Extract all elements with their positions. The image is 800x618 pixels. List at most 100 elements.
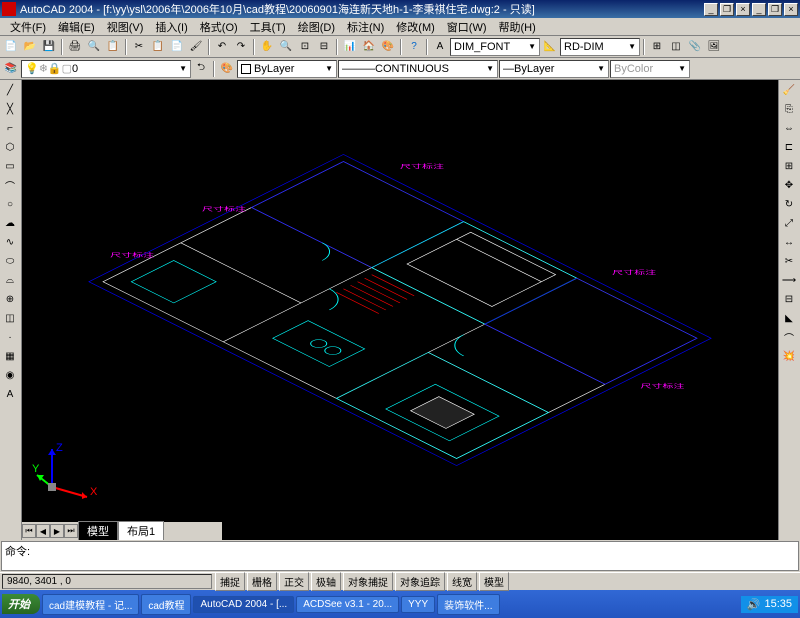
lwt-toggle[interactable]: 线宽 — [447, 572, 477, 591]
copy-obj-icon[interactable]: ⎘ — [780, 100, 798, 118]
circle-icon[interactable]: ○ — [1, 195, 19, 213]
break-icon[interactable]: ⊟ — [780, 290, 798, 308]
xref-icon[interactable]: 📎 — [686, 38, 704, 56]
ellipse-icon[interactable]: ⬭ — [1, 252, 19, 270]
tab-prev-icon[interactable]: ◀ — [36, 524, 50, 538]
layer-prev-icon[interactable]: ⮌ — [192, 60, 210, 78]
stretch-icon[interactable]: ↔ — [780, 233, 798, 251]
menu-window[interactable]: 窗口(W) — [441, 18, 493, 36]
polar-toggle[interactable]: 极轴 — [311, 572, 341, 591]
redo-icon[interactable]: ↷ — [232, 38, 250, 56]
publish-icon[interactable]: 📋 — [104, 38, 122, 56]
new-icon[interactable]: 📄 — [2, 38, 20, 56]
menu-format[interactable]: 格式(O) — [194, 18, 244, 36]
print-icon[interactable]: 🖨 — [66, 38, 84, 56]
tab-layout1[interactable]: 布局1 — [118, 521, 164, 540]
paste-icon[interactable]: 📄 — [168, 38, 186, 56]
model-toggle[interactable]: 模型 — [479, 572, 509, 591]
image-icon[interactable]: 🖼 — [705, 38, 723, 56]
make-block-icon[interactable]: ◫ — [1, 309, 19, 327]
taskbar-item[interactable]: YYY — [401, 596, 435, 613]
tab-model[interactable]: 模型 — [78, 521, 118, 540]
text-style-dropdown[interactable]: DIM_FONT ▼ — [450, 38, 540, 56]
ellipse-arc-icon[interactable]: ⌓ — [1, 271, 19, 289]
dim-style-dropdown[interactable]: RD-DIM ▼ — [560, 38, 640, 56]
layer-dropdown[interactable]: 💡❄🔒▢ 0 ▼ — [21, 60, 191, 78]
trim-icon[interactable]: ✂ — [780, 252, 798, 270]
osnap-toggle[interactable]: 对象捕捉 — [343, 572, 393, 591]
save-icon[interactable]: 💾 — [40, 38, 58, 56]
revcloud-icon[interactable]: ☁ — [1, 214, 19, 232]
help-icon[interactable]: ? — [405, 38, 423, 56]
ortho-toggle[interactable]: 正交 — [279, 572, 309, 591]
xline-icon[interactable]: ╳ — [1, 100, 19, 118]
grid-toggle[interactable]: 栅格 — [247, 572, 277, 591]
pline-icon[interactable]: ⌐ — [1, 119, 19, 137]
preview-icon[interactable]: 🔍 — [85, 38, 103, 56]
erase-icon[interactable]: 🧹 — [780, 81, 798, 99]
menu-edit[interactable]: 编辑(E) — [52, 18, 101, 36]
start-button[interactable]: 开始 — [2, 594, 40, 614]
color-dropdown[interactable]: ByLayer ▼ — [237, 60, 337, 78]
layer-manager-icon[interactable]: 📚 — [2, 60, 20, 78]
table-icon[interactable]: ⊞ — [648, 38, 666, 56]
doc-restore-button[interactable]: ❐ — [768, 3, 782, 16]
otrack-toggle[interactable]: 对象追踪 — [395, 572, 445, 591]
undo-icon[interactable]: ↶ — [213, 38, 231, 56]
menu-file[interactable]: 文件(F) — [4, 18, 52, 36]
open-icon[interactable]: 📂 — [21, 38, 39, 56]
fillet-icon[interactable]: ⌒ — [780, 328, 798, 346]
tab-last-icon[interactable]: ⏭ — [64, 524, 78, 538]
rotate-icon[interactable]: ↻ — [780, 195, 798, 213]
move-icon[interactable]: ✥ — [780, 176, 798, 194]
tab-first-icon[interactable]: ⏮ — [22, 524, 36, 538]
region-icon[interactable]: ◉ — [1, 366, 19, 384]
drawing-canvas[interactable]: 尺寸标注 尺寸标注 尺寸标注 尺寸标注 尺寸标注 X Y Z — [22, 80, 778, 540]
taskbar-item[interactable]: AutoCAD 2004 - [... — [193, 596, 294, 613]
array-icon[interactable]: ⊞ — [780, 157, 798, 175]
insert-block-icon[interactable]: ⊕ — [1, 290, 19, 308]
explode-icon[interactable]: 💥 — [780, 347, 798, 365]
plotstyle-dropdown[interactable]: ByColor ▼ — [610, 60, 690, 78]
taskbar-item[interactable]: 装饰软件... — [437, 594, 499, 615]
menu-modify[interactable]: 修改(M) — [390, 18, 441, 36]
mirror-icon[interactable]: ⇔ — [780, 119, 798, 137]
system-tray[interactable]: 🔊 15:35 — [741, 596, 798, 613]
minimize-button[interactable]: _ — [704, 3, 718, 16]
zoom-rt-icon[interactable]: 🔍 — [277, 38, 295, 56]
extend-icon[interactable]: ⟶ — [780, 271, 798, 289]
zoom-prev-icon[interactable]: ⊟ — [315, 38, 333, 56]
menu-tools[interactable]: 工具(T) — [244, 18, 292, 36]
copy-icon[interactable]: 📋 — [149, 38, 167, 56]
rectangle-icon[interactable]: ▭ — [1, 157, 19, 175]
taskbar-item[interactable]: cad建模教程 - 记... — [42, 594, 139, 615]
snap-toggle[interactable]: 捕捉 — [215, 572, 245, 591]
command-line[interactable]: 命令: — [1, 541, 799, 571]
taskbar-item[interactable]: ACDSee v3.1 - 20... — [296, 596, 399, 613]
point-icon[interactable]: · — [1, 328, 19, 346]
lineweight-dropdown[interactable]: — ByLayer ▼ — [499, 60, 609, 78]
close-button[interactable]: × — [736, 3, 750, 16]
polygon-icon[interactable]: ⬡ — [1, 138, 19, 156]
linetype-dropdown[interactable]: ——— CONTINUOUS ▼ — [338, 60, 498, 78]
restore-button[interactable]: ❐ — [720, 3, 734, 16]
chamfer-icon[interactable]: ◣ — [780, 309, 798, 327]
text-style-icon[interactable]: A — [431, 38, 449, 56]
text-icon[interactable]: A — [1, 385, 19, 403]
tray-icon[interactable]: 🔊 — [747, 598, 761, 611]
hatch-icon[interactable]: ▦ — [1, 347, 19, 365]
tab-next-icon[interactable]: ▶ — [50, 524, 64, 538]
scale-icon[interactable]: ⤢ — [780, 214, 798, 232]
doc-close-button[interactable]: × — [784, 3, 798, 16]
match-icon[interactable]: 🖌 — [187, 38, 205, 56]
line-icon[interactable]: ╱ — [1, 81, 19, 99]
menu-draw[interactable]: 绘图(D) — [292, 18, 341, 36]
zoom-win-icon[interactable]: ⊡ — [296, 38, 314, 56]
properties-icon[interactable]: 📊 — [341, 38, 359, 56]
offset-icon[interactable]: ⊏ — [780, 138, 798, 156]
dim-style-icon[interactable]: 📐 — [541, 38, 559, 56]
menu-dimension[interactable]: 标注(N) — [341, 18, 390, 36]
spline-icon[interactable]: ∿ — [1, 233, 19, 251]
menu-view[interactable]: 视图(V) — [101, 18, 150, 36]
taskbar-item[interactable]: cad教程 — [141, 594, 191, 615]
